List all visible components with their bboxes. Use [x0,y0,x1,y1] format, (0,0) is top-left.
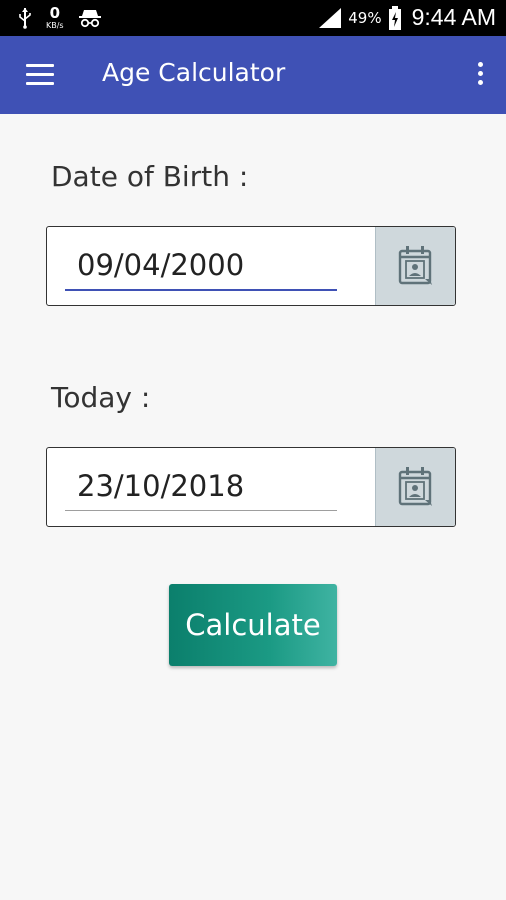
today-calendar-button[interactable] [375,448,455,526]
dob-calendar-button[interactable] [375,227,455,305]
calendar-icon [398,246,432,285]
today-label: Today : [51,381,151,414]
battery-charging-icon [388,5,401,30]
overflow-menu-icon[interactable] [476,62,484,90]
dob-label: Date of Birth : [51,160,249,193]
status-bar-right: 49% 9:44 AM [318,4,496,31]
signal-icon [319,7,342,28]
battery-percentage: 49% [348,8,382,27]
today-field [46,447,456,527]
calendar-icon [398,467,432,506]
app-title: Age Calculator [102,58,286,87]
data-speed-indicator: 0 KB/s [46,6,64,30]
app-bar: Age Calculator [0,36,506,114]
dob-field [46,226,456,306]
menu-icon[interactable] [26,64,54,86]
status-clock: 9:44 AM [411,4,496,30]
dob-input[interactable] [65,241,335,289]
data-speed-unit: KB/s [46,21,64,30]
today-input[interactable] [65,462,335,510]
dob-input-underline [65,289,337,291]
status-bar: 0 KB/s 49% 9:44 AM [0,0,506,36]
data-speed-value: 0 [49,4,61,22]
incognito-icon [78,10,101,28]
calculate-button[interactable]: Calculate [169,584,337,666]
usb-icon [19,8,31,29]
today-input-underline [65,510,337,511]
status-bar-left: 0 KB/s [18,6,102,30]
